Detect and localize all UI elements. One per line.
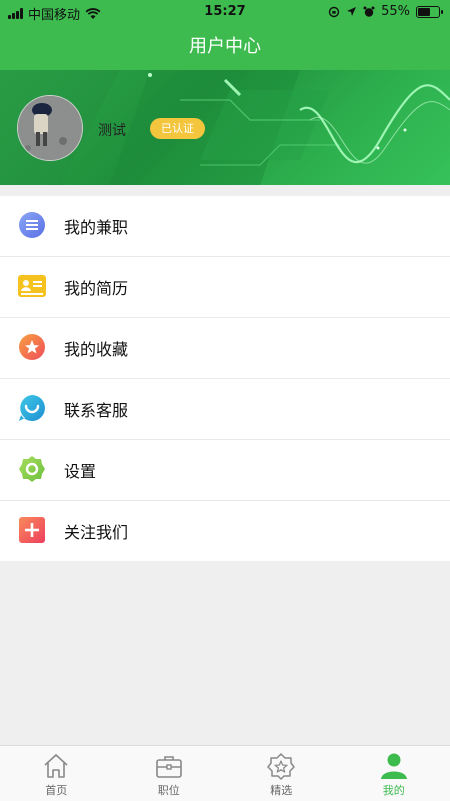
alarm-icon <box>363 6 375 18</box>
status-bar: 中国移动 15:27 55% <box>0 0 450 24</box>
tab-jobs[interactable]: 职位 <box>113 746 226 801</box>
list-icon <box>18 211 46 239</box>
tab-featured[interactable]: 精选 <box>225 746 338 801</box>
battery-icon <box>416 6 440 18</box>
username: 测试 <box>98 120 126 140</box>
menu-label: 我的收藏 <box>64 336 128 360</box>
tab-label: 职位 <box>113 782 226 798</box>
menu-item-favorites[interactable]: 我的收藏 <box>0 318 450 379</box>
status-right: 55% <box>328 4 440 19</box>
star-icon <box>18 333 46 361</box>
briefcase-icon <box>155 752 183 780</box>
menu-item-settings[interactable]: 设置 <box>0 440 450 501</box>
headset-icon <box>18 394 46 422</box>
tab-mine[interactable]: 我的 <box>338 746 450 801</box>
tab-label: 首页 <box>0 782 113 798</box>
location-icon <box>346 6 357 17</box>
home-icon <box>42 752 70 780</box>
menu-label: 我的简历 <box>64 275 128 299</box>
menu-item-follow-us[interactable]: 关注我们 <box>0 501 450 561</box>
battery-percent: 55% <box>381 4 410 19</box>
tab-label: 我的 <box>338 782 450 798</box>
menu-item-part-time[interactable]: 我的兼职 <box>0 196 450 257</box>
nav-bar: 用户中心 <box>0 24 450 70</box>
profile-banner: 测试 已认证 <box>0 70 450 185</box>
menu-item-resume[interactable]: 我的简历 <box>0 257 450 318</box>
tab-label: 精选 <box>225 782 338 798</box>
tab-home[interactable]: 首页 <box>0 746 113 801</box>
tab-bar: 首页 职位 精选 我的 <box>0 745 450 801</box>
rotation-lock-icon <box>328 6 340 18</box>
id-card-icon <box>18 272 46 300</box>
menu-list: 我的兼职 我的简历 我的收藏 联系客服 设置 <box>0 196 450 561</box>
gear-icon <box>18 455 46 483</box>
menu-label: 联系客服 <box>64 397 128 421</box>
menu-label: 关注我们 <box>64 519 128 543</box>
verified-badge: 已认证 <box>150 118 205 139</box>
menu-item-customer-service[interactable]: 联系客服 <box>0 379 450 440</box>
star-badge-icon <box>267 752 295 780</box>
menu-label: 我的兼职 <box>64 214 128 238</box>
avatar[interactable] <box>17 95 83 161</box>
avatar-image <box>18 96 82 160</box>
page-title: 用户中心 <box>189 36 261 57</box>
user-icon <box>380 752 408 780</box>
menu-label: 设置 <box>64 458 96 482</box>
plus-icon <box>18 516 46 544</box>
